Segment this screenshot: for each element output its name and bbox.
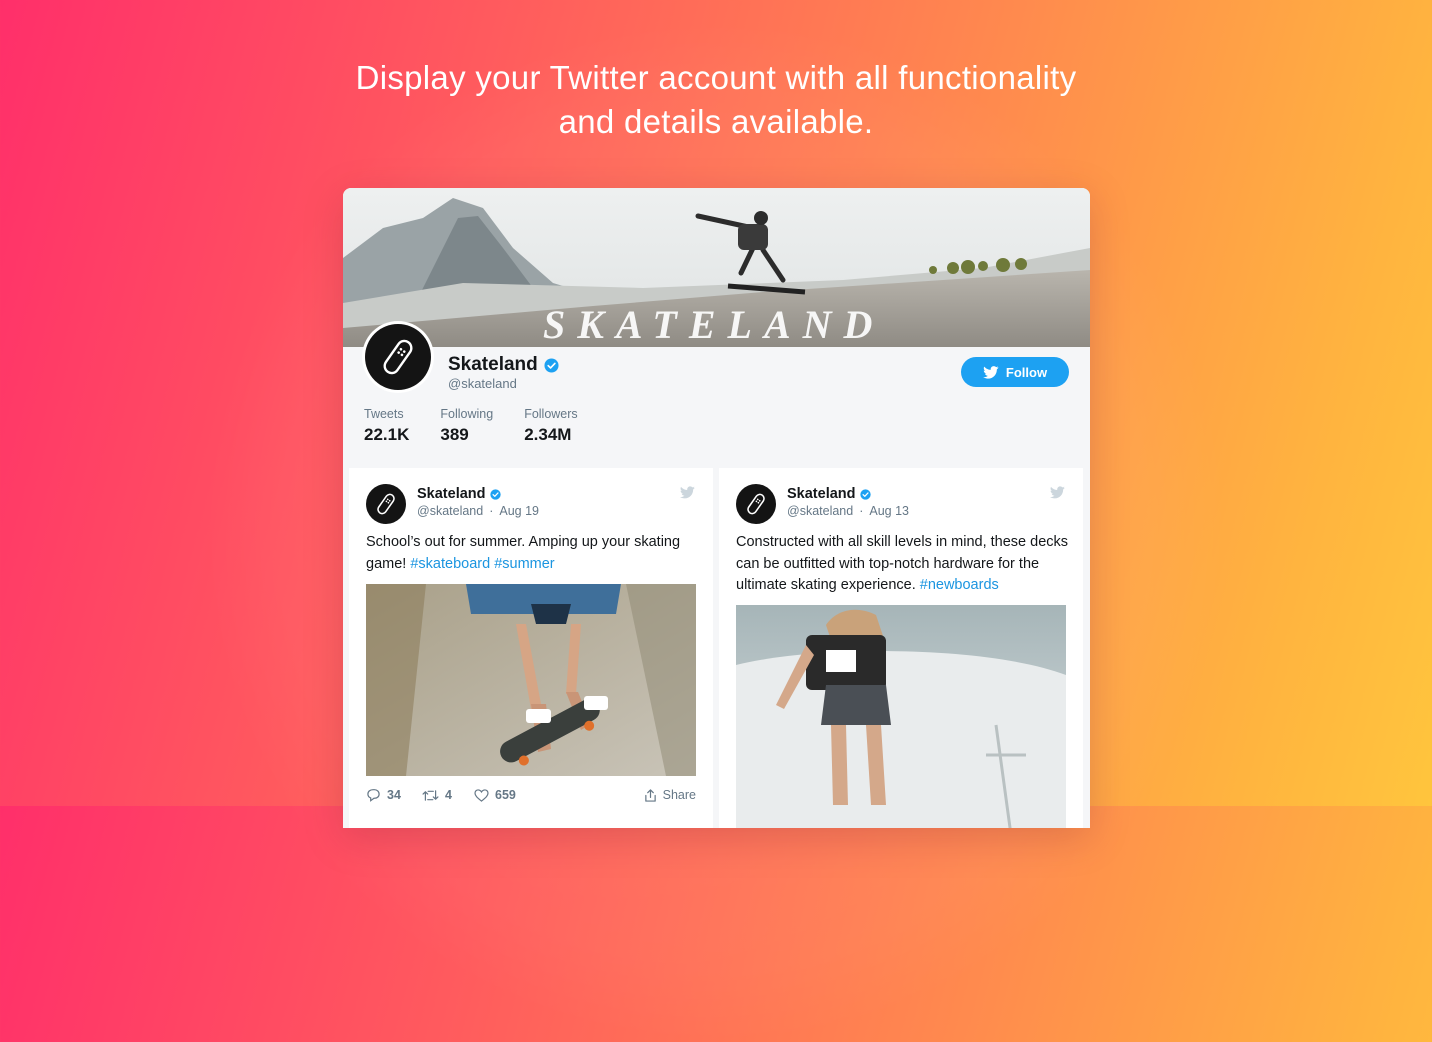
verified-badge-icon <box>544 357 559 373</box>
twitter-bird-icon[interactable] <box>680 486 695 499</box>
tweet-text: Constructed with all skill levels in min… <box>736 532 1071 597</box>
tweet-media-image[interactable] <box>736 605 1066 828</box>
stat-value: 2.34M <box>524 425 572 444</box>
tweet-author-name[interactable]: Skateland <box>787 486 871 502</box>
tweet-author-name-text: Skateland <box>787 486 856 502</box>
twitter-bird-icon[interactable] <box>1050 486 1065 499</box>
profile-name[interactable]: Skateland <box>448 354 559 376</box>
twitter-profile-widget: SKATELAND Skateland @skateland Follow Tw… <box>343 188 1090 828</box>
share-icon <box>644 788 656 802</box>
tweet-author-name-text: Skateland <box>417 486 486 502</box>
like-count: 659 <box>495 788 516 802</box>
stat-label: Followers <box>524 407 578 421</box>
tweet-date[interactable]: Aug 13 <box>869 504 909 518</box>
profile-name-text: Skateland <box>448 354 538 375</box>
share-action[interactable]: Share <box>644 788 696 802</box>
profile-handle[interactable]: @skateland <box>448 376 517 391</box>
stat-label: Following <box>440 407 494 421</box>
profile-avatar[interactable] <box>362 321 434 393</box>
headline: Display your Twitter account with all fu… <box>0 56 1432 144</box>
tweet-body: Constructed with all skill levels in min… <box>736 534 1069 593</box>
tweet-date[interactable]: Aug 19 <box>499 504 539 518</box>
tweet-handle[interactable]: @skateland <box>417 504 483 518</box>
tweet-avatar[interactable] <box>366 484 406 524</box>
stat-value: 389 <box>440 425 469 444</box>
profile-stats: Tweets 22.1K Following 389 Followers 2.3… <box>364 407 609 445</box>
tweet-meta: @skateland · Aug 13 <box>787 504 909 518</box>
stat-followers[interactable]: Followers 2.34M <box>524 407 578 445</box>
tweet-card[interactable]: Skateland @skateland · Aug 13 Constructed … <box>719 468 1083 828</box>
hashtag-link[interactable]: #summer <box>494 556 554 572</box>
verified-badge-icon <box>859 488 871 500</box>
tweet-meta: @skateland · Aug 19 <box>417 504 539 518</box>
stat-label: Tweets <box>364 407 404 421</box>
headline-line-1: Display your Twitter account with all fu… <box>355 59 1077 96</box>
follow-button[interactable]: Follow <box>961 357 1069 387</box>
tweet-card[interactable]: Skateland @skateland · Aug 19 School’s out… <box>349 468 713 828</box>
verified-badge-icon <box>489 488 501 500</box>
retweet-action[interactable]: 4 <box>422 788 452 802</box>
retweet-count: 4 <box>445 788 452 802</box>
skateboard-logo-icon <box>383 339 413 375</box>
twitter-bird-icon <box>983 365 999 379</box>
reply-action[interactable]: 34 <box>366 788 401 802</box>
tweet-media-image[interactable] <box>366 584 696 776</box>
hashtag-link[interactable]: #newboards <box>920 577 999 593</box>
retweet-icon <box>422 789 439 801</box>
like-icon <box>474 788 489 802</box>
like-action[interactable]: 659 <box>474 788 516 802</box>
banner-text: SKATELAND <box>543 302 884 347</box>
skateboard-logo-icon <box>747 493 765 515</box>
tweet-avatar[interactable] <box>736 484 776 524</box>
follow-button-label: Follow <box>1005 364 1048 380</box>
profile-banner: SKATELAND <box>343 188 1090 347</box>
headline-line-2: and details available. <box>558 103 874 140</box>
hashtag-link[interactable]: #skateboard <box>410 556 490 572</box>
reply-count: 34 <box>387 788 401 802</box>
tweet-actions: 34 4 659 Share <box>366 788 696 804</box>
skateboard-logo-icon <box>377 493 395 515</box>
tweet-handle[interactable]: @skateland <box>787 504 853 518</box>
tweet-author-name[interactable]: Skateland <box>417 486 501 502</box>
reply-icon <box>367 789 380 802</box>
stat-following[interactable]: Following 389 <box>440 407 493 445</box>
share-label: Share <box>662 788 696 802</box>
stat-tweets[interactable]: Tweets 22.1K <box>364 407 409 445</box>
tweet-text: School’s out for summer. Amping up your … <box>366 532 701 575</box>
stat-value: 22.1K <box>364 425 410 444</box>
